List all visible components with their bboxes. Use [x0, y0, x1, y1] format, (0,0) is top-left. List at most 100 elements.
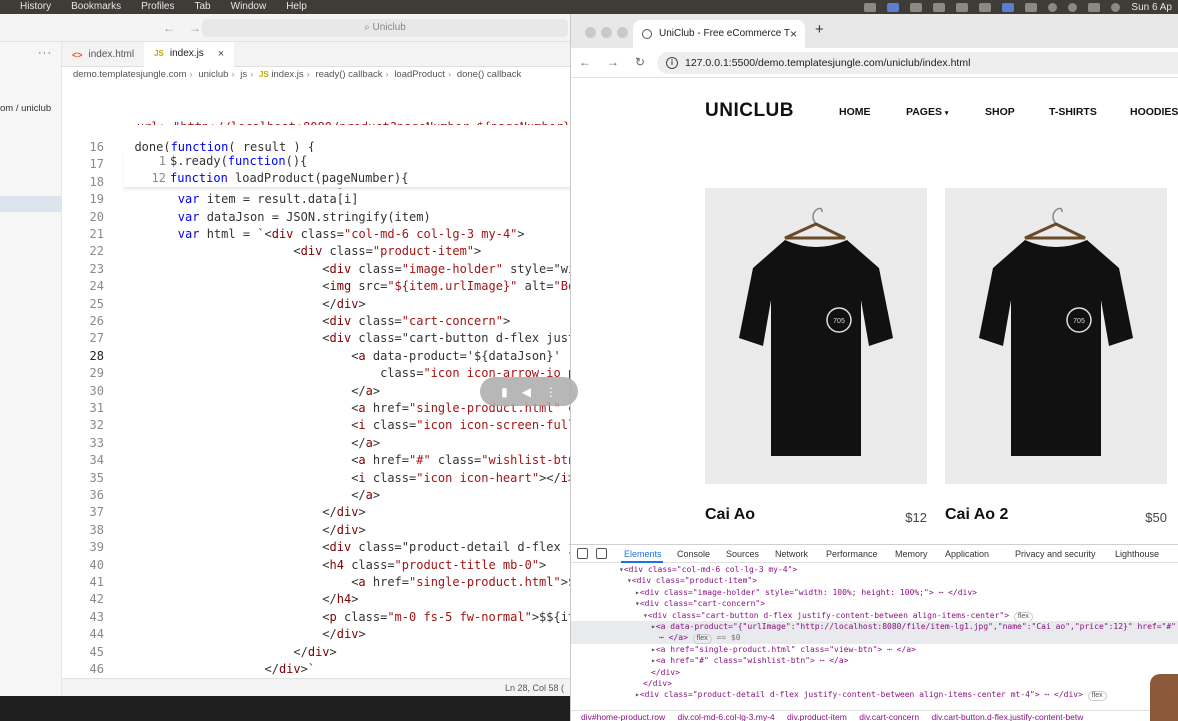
code-line[interactable]: <div class="product-detail d-flex justi	[120, 539, 570, 556]
siri-icon[interactable]	[1111, 2, 1121, 12]
dom-node[interactable]: ▸<a href="#" class="wishlist-btn"> ⋯ </a…	[651, 655, 848, 666]
dom-node[interactable]: ▸<a href="single-product.html" class="vi…	[651, 644, 916, 655]
mute-icon[interactable]: ◀	[522, 385, 531, 399]
dom-crumb[interactable]: div.product-item	[787, 712, 847, 721]
dom-crumb[interactable]: div.col-md-6.col-lg-3.my-4	[677, 712, 774, 721]
explorer-selected-row[interactable]	[0, 196, 62, 212]
nav-hoodies[interactable]: HOODIES	[1130, 106, 1178, 118]
code-line[interactable]: var dataJson = JSON.stringify(item)	[120, 209, 431, 226]
dom-node[interactable]: </div>	[651, 667, 680, 678]
menu-tab[interactable]: Tab	[195, 0, 211, 14]
flex-badge[interactable]: flex	[1087, 691, 1107, 702]
code-line[interactable]: var html = `<div class="col-md-6 col-lg-…	[120, 226, 525, 243]
breadcrumb-item[interactable]: ready() callback	[315, 69, 382, 80]
code-line[interactable]: </a>	[120, 487, 380, 504]
dom-node[interactable]: ▾<div class="product-item">	[627, 575, 757, 586]
dom-node[interactable]: ▸<div class="image-holder" style="width:…	[635, 587, 977, 598]
dom-crumb[interactable]: div#home-product.row	[581, 712, 665, 721]
explorer-path[interactable]: om / uniclub	[0, 103, 51, 114]
dom-crumb[interactable]: div.cart-concern	[859, 712, 919, 721]
sticky-code-line[interactable]: $.ready(function(){	[170, 153, 307, 170]
status-cloud-icon[interactable]	[979, 2, 992, 12]
devtools-tab-privacy[interactable]: Privacy and security	[1015, 549, 1096, 559]
status-sync-icon[interactable]	[933, 2, 946, 12]
more-icon[interactable]: ⋮	[545, 385, 557, 399]
code-line-partial[interactable]: url: "http://localhost:8080/product?page…	[108, 119, 570, 125]
code-line[interactable]: <div class="cart-concern">	[120, 313, 510, 330]
dom-node[interactable]: ▾<div class="col-md-6 col-lg-3 my-4">	[619, 564, 797, 575]
nav-pages[interactable]: PAGES ▾	[906, 106, 948, 118]
nav-tshirts[interactable]: T-SHIRTS	[1049, 106, 1097, 118]
devtools-tab-console[interactable]: Console	[677, 549, 710, 559]
inspect-element-icon[interactable]	[577, 548, 588, 559]
dom-node[interactable]: </div>	[643, 678, 672, 689]
menu-history[interactable]: History	[20, 0, 51, 14]
code-line[interactable]: </div>`	[120, 661, 315, 678]
status-app-icon[interactable]	[864, 2, 877, 12]
address-bar[interactable]: i 127.0.0.1:5500/demo.templatesjungle.co…	[657, 52, 1178, 74]
status-display-icon[interactable]	[1025, 2, 1038, 12]
floating-toolbar[interactable]: ▮ ◀ ⋮	[480, 377, 578, 406]
sticky-code-line[interactable]: function loadProduct(pageNumber){	[170, 170, 408, 187]
devtools-tab-lighthouse[interactable]: Lighthouse	[1115, 549, 1159, 559]
code-line[interactable]: </a>	[120, 383, 380, 400]
code-line[interactable]: <i class="icon icon-heart"></i>	[120, 470, 570, 487]
code-line[interactable]: var item = result.data[i]	[120, 191, 359, 208]
control-center-icon[interactable]	[1088, 2, 1101, 12]
code-line[interactable]: </div>	[120, 296, 365, 313]
code-line[interactable]: </div>	[120, 644, 336, 661]
breadcrumb-item[interactable]: index.js	[271, 69, 303, 80]
status-window-icon[interactable]	[1002, 2, 1015, 12]
code-line[interactable]: <div class="image-holder" style="width:	[120, 261, 570, 278]
code-line[interactable]: <p class="m-0 fs-5 fw-normal">$${item.p	[120, 609, 570, 626]
code-line[interactable]: </div>	[120, 626, 365, 643]
code-line[interactable]: </h4>	[120, 591, 358, 608]
code-line[interactable]: </div>	[120, 504, 365, 521]
breadcrumb-item[interactable]: loadProduct	[394, 69, 445, 80]
menu-window[interactable]: Window	[231, 0, 267, 14]
zoom-window-button[interactable]	[617, 27, 628, 38]
menubar-clock[interactable]: Sun 6 Ap	[1131, 2, 1172, 13]
devtools-tab-elements[interactable]: Elements	[624, 549, 662, 559]
device-toolbar-icon[interactable]	[596, 548, 607, 559]
status-screen-icon[interactable]	[887, 2, 900, 12]
devtools-tab-network[interactable]: Network	[775, 549, 808, 559]
close-tab-icon[interactable]: ×	[218, 48, 224, 60]
product-title[interactable]: Cai Ao 2	[945, 506, 1008, 524]
dom-node-selected[interactable]: ▸<a data-product="{"urlImage":"http://lo…	[571, 621, 1178, 645]
devtools-tab-performance[interactable]: Performance	[826, 549, 878, 559]
devtools-tab-sources[interactable]: Sources	[726, 549, 759, 559]
code-line[interactable]: <a data-product='${dataJson}' href	[120, 348, 570, 365]
breadcrumb-item[interactable]: demo.templatesjungle.com	[73, 69, 187, 80]
product-card[interactable]: 705 Cai Ao $12	[705, 188, 927, 525]
menu-help[interactable]: Help	[286, 0, 307, 14]
search-icon[interactable]	[1068, 2, 1078, 12]
breadcrumb-item[interactable]: done() callback	[457, 69, 521, 80]
devtools-tab-memory[interactable]: Memory	[895, 549, 928, 559]
code-line[interactable]: </div>	[120, 522, 365, 539]
product-image[interactable]: 705	[945, 188, 1167, 484]
browser-tab-uniclub[interactable]: UniClub - Free eCommerce T ×	[633, 20, 805, 48]
breadcrumb-item[interactable]: js	[240, 69, 247, 80]
devtools-tab-application[interactable]: Application	[945, 549, 989, 559]
close-tab-icon[interactable]: ×	[790, 20, 797, 48]
browser-nav-buttons[interactable]: ←→↻	[579, 55, 661, 69]
site-logo[interactable]: UNICLUB	[705, 100, 794, 122]
status-docker-icon[interactable]	[910, 2, 923, 12]
code-line[interactable]: <div class="cart-button d-flex justify-	[120, 330, 570, 347]
code-line[interactable]: <i class="icon icon-screen-full"></	[120, 417, 570, 434]
sticky-scroll-header[interactable]: 1 $.ready(function(){12 function loadProdu…	[124, 152, 570, 188]
code-line[interactable]: <img src="${item.urlImage}" alt="Books"	[120, 278, 570, 295]
dom-node[interactable]: ▾<div class="cart-button d-flex justify-…	[643, 610, 1033, 622]
product-card[interactable]: 705 Cai Ao 2 $50	[945, 188, 1167, 525]
close-window-button[interactable]	[585, 27, 596, 38]
dom-node[interactable]: ▸<div class="product-detail d-flex justi…	[635, 689, 1107, 702]
menu-bookmarks[interactable]: Bookmarks	[71, 0, 121, 14]
nav-shop[interactable]: SHOP	[985, 106, 1015, 118]
command-center-search[interactable]: ⌕ Uniclub	[202, 19, 568, 37]
dom-node[interactable]: ▾<div class="cart-concern">	[635, 598, 765, 609]
product-image[interactable]: 705	[705, 188, 927, 484]
minimize-window-button[interactable]	[601, 27, 612, 38]
site-info-icon[interactable]: i	[666, 57, 678, 69]
code-line[interactable]: <a href="#" class="wishlist-btn">	[120, 452, 570, 469]
